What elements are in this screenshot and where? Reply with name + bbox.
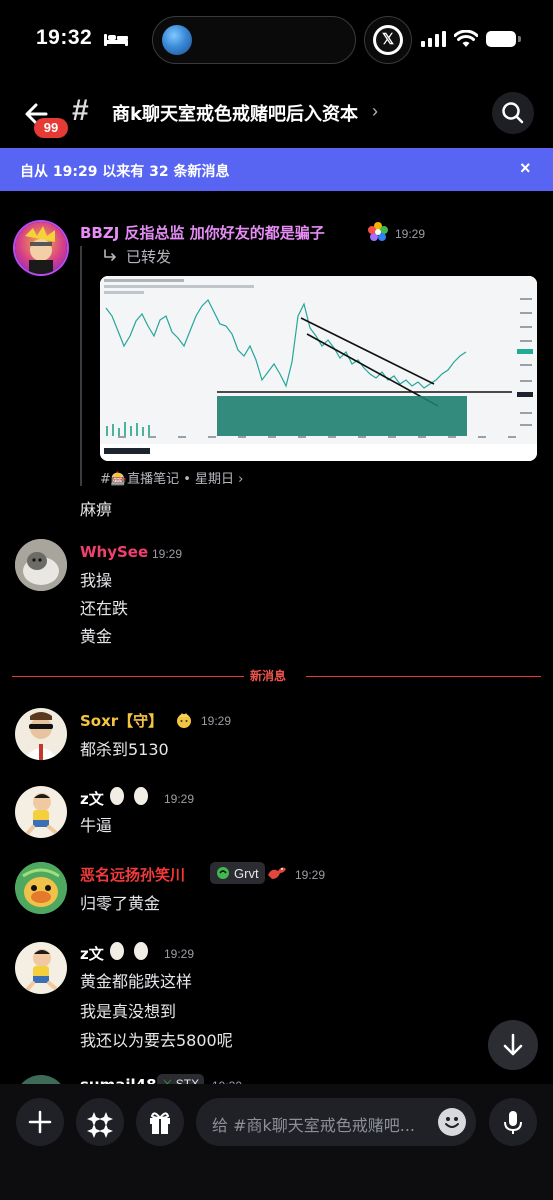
forwarded-label: 已转发: [126, 248, 172, 266]
close-icon[interactable]: ×: [520, 158, 531, 179]
server-tag: Grvt: [210, 862, 265, 884]
search-button[interactable]: [492, 92, 534, 134]
wifi-icon: [454, 30, 478, 47]
role-icon: [175, 711, 193, 729]
timestamp: 19:29: [164, 792, 195, 806]
new-messages-divider-label: 新消息: [250, 669, 287, 683]
egg-icon: [109, 786, 153, 810]
avatar[interactable]: [15, 539, 67, 591]
sleep-focus-icon: [104, 34, 128, 46]
message-text: 我还以为要去5800呢: [80, 1031, 233, 1050]
unread-count-badge: 99: [34, 118, 68, 138]
arrow-down-icon: [503, 1033, 523, 1056]
timestamp: 19:29: [201, 714, 232, 728]
new-messages-divider-right: [306, 676, 541, 677]
scroll-to-bottom-button[interactable]: [488, 1020, 538, 1070]
username[interactable]: z文: [80, 943, 104, 964]
message-text: 麻痹: [80, 500, 113, 519]
search-icon: [502, 102, 524, 124]
status-time: 19:32: [36, 26, 93, 49]
battery-tip: [518, 36, 521, 42]
avatar[interactable]: [15, 862, 67, 914]
sparkles-icon: [87, 1112, 113, 1138]
apps-button[interactable]: [76, 1098, 124, 1146]
x-logo-icon: 𝕏: [376, 28, 400, 52]
avatar[interactable]: [15, 708, 67, 760]
username[interactable]: z文: [80, 788, 104, 809]
gift-button[interactable]: [136, 1098, 184, 1146]
microphone-icon: [504, 1111, 522, 1134]
channel-title[interactable]: 商k聊天室戒色戒赌吧后入资本: [112, 100, 358, 126]
plus-icon: [28, 1110, 52, 1134]
timestamp: 19:29: [395, 227, 426, 241]
avatar[interactable]: [15, 222, 67, 274]
message-text: 都杀到5130: [80, 740, 169, 759]
avatar[interactable]: [15, 942, 67, 994]
message-text: 黄金: [80, 627, 113, 646]
username[interactable]: 恶名远扬孙笑川: [80, 864, 185, 885]
message-text: 我是真没想到: [80, 1002, 177, 1021]
message-input-placeholder[interactable]: 给 #商k聊天室戒色戒赌吧...: [212, 1112, 415, 1136]
cellular-signal-icon: [421, 31, 446, 47]
channel-hash-icon: #: [72, 94, 89, 127]
message-text: 黄金都能跌这样: [80, 972, 193, 991]
timestamp: 19:29: [164, 947, 195, 961]
message-text: 我操: [80, 571, 113, 590]
chevron-right-icon[interactable]: ›: [372, 101, 378, 122]
channel-link[interactable]: #🎰直播笔记 • 星期日 ›: [100, 468, 243, 487]
leaf-icon: [217, 867, 229, 879]
emoji-icon[interactable]: [438, 1108, 466, 1136]
forward-bar: [80, 246, 82, 486]
new-messages-banner-text[interactable]: 自从 19:29 以来有 32 条新消息: [20, 161, 230, 181]
chart-image-attachment[interactable]: [100, 276, 537, 461]
message-text: 还在跌: [80, 599, 129, 618]
forward-arrow-icon: [104, 249, 116, 261]
gift-icon: [150, 1112, 170, 1134]
add-attachment-button[interactable]: [16, 1098, 64, 1146]
message-text: 牛逼: [80, 816, 113, 835]
avatar[interactable]: [15, 786, 67, 838]
message-text: 归零了黄金: [80, 894, 161, 913]
username[interactable]: Soxr【守】: [80, 710, 163, 731]
role-badge-icon: [368, 222, 388, 242]
username[interactable]: WhySee: [80, 543, 148, 561]
timestamp: 19:29: [295, 868, 326, 882]
username[interactable]: BBZJ 反指总监 加你好友的都是骗子: [80, 222, 325, 243]
egg-icon: [109, 941, 153, 965]
dragon-icon: [266, 863, 288, 887]
new-messages-divider-left: [12, 676, 244, 677]
battery-icon: [486, 31, 516, 47]
voice-message-button[interactable]: [489, 1098, 537, 1146]
timestamp: 19:29: [152, 547, 183, 561]
server-tag-label: Grvt: [234, 865, 259, 881]
globe-icon: [162, 25, 192, 55]
